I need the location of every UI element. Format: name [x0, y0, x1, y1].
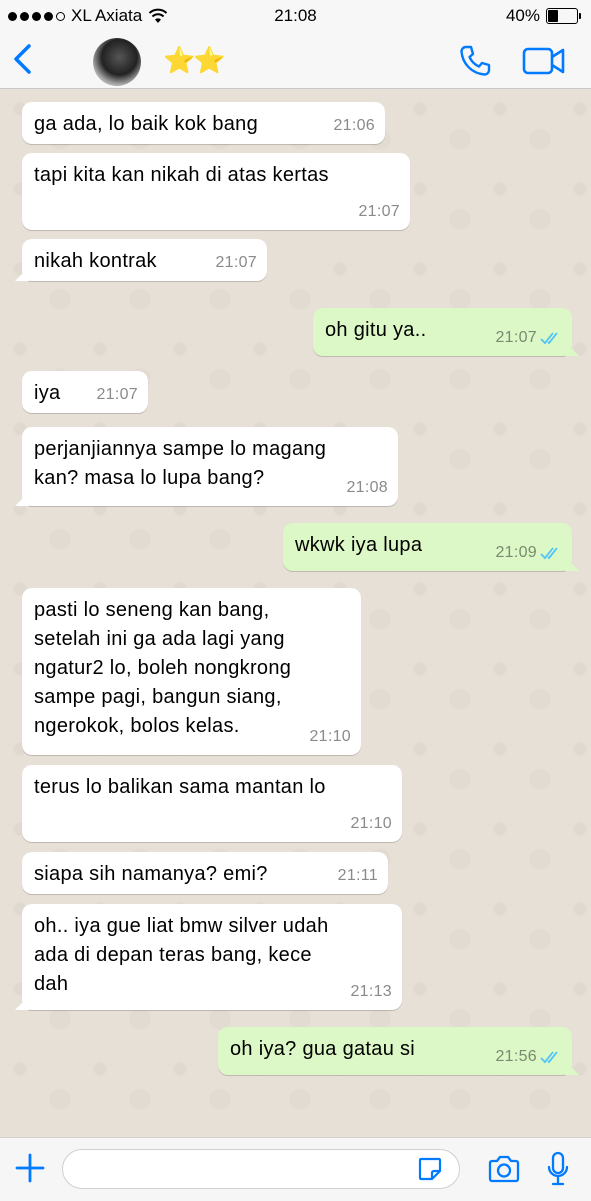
- message-meta: 21:10: [350, 809, 392, 838]
- message-text: pasti lo seneng kan bang, setelah ini ga…: [34, 599, 292, 737]
- message-timestamp: 21:08: [346, 479, 388, 496]
- back-chevron-icon[interactable]: [10, 42, 36, 76]
- message-meta: 21:07: [495, 323, 562, 352]
- phone-icon[interactable]: [458, 44, 492, 78]
- contact-name[interactable]: ⭐️⭐️: [163, 45, 226, 76]
- chat-messages[interactable]: ga ada, lo baik kok bang 21:06 tapi kita k…: [0, 89, 591, 1137]
- message-meta: 21:10: [309, 722, 351, 751]
- camera-icon[interactable]: [487, 1154, 521, 1184]
- message-text: terus lo balikan sama mantan lo: [34, 776, 326, 798]
- message-composer: [0, 1137, 591, 1201]
- incoming-message[interactable]: terus lo balikan sama mantan lo 21:10: [22, 765, 402, 842]
- incoming-message[interactable]: ga ada, lo baik kok bang 21:06: [22, 102, 385, 144]
- message-input[interactable]: [62, 1149, 460, 1189]
- message-timestamp: 21:07: [358, 203, 400, 220]
- incoming-message[interactable]: nikah kontrak 21:07: [22, 239, 267, 281]
- message-meta: 21:07: [215, 248, 257, 277]
- outgoing-message[interactable]: oh iya? gua gatau si 21:56: [218, 1027, 572, 1075]
- read-receipt-icon: [540, 331, 558, 344]
- message-meta: 21:07: [358, 197, 400, 226]
- message-text: tapi kita kan nikah di atas kertas: [34, 164, 329, 186]
- incoming-message[interactable]: iya 21:07: [22, 371, 148, 413]
- outgoing-message[interactable]: oh gitu ya.. 21:07: [313, 308, 572, 356]
- message-meta: 21:09: [495, 538, 562, 567]
- read-receipt-icon: [540, 546, 558, 559]
- message-text: siapa sih namanya? emi?: [34, 863, 268, 885]
- clock: 21:08: [274, 6, 317, 25]
- incoming-message[interactable]: perjanjiannya sampe lo magang kan? masa …: [22, 427, 398, 506]
- battery-indicator: 40%: [506, 6, 581, 26]
- message-timestamp: 21:07: [96, 386, 138, 403]
- avatar[interactable]: [93, 38, 141, 86]
- message-meta: 21:07: [96, 380, 138, 409]
- message-timestamp: 21:13: [350, 983, 392, 1000]
- message-timestamp: 21:56: [495, 1048, 537, 1065]
- incoming-message[interactable]: siapa sih namanya? emi? 21:11: [22, 852, 388, 894]
- message-meta: 21:56: [495, 1042, 562, 1071]
- status-bar: XL Axiata 21:08 40%: [0, 0, 591, 32]
- message-timestamp: 21:06: [333, 117, 375, 134]
- video-camera-icon[interactable]: [522, 46, 566, 76]
- battery-icon: [546, 8, 578, 24]
- read-receipt-icon: [540, 1050, 558, 1063]
- message-text: perjanjiannya sampe lo magang kan? masa …: [34, 438, 327, 489]
- message-timestamp: 21:11: [337, 867, 378, 884]
- message-meta: 21:13: [350, 977, 392, 1006]
- plus-icon[interactable]: [14, 1152, 46, 1184]
- message-meta: 21:11: [338, 861, 378, 890]
- message-text: oh.. iya gue liat bmw silver udah ada di…: [34, 915, 329, 995]
- battery-percent: 40%: [505, 6, 540, 25]
- message-timestamp: 21:10: [350, 815, 392, 832]
- message-meta: 21:08: [346, 473, 388, 502]
- chat-header: ⭐️⭐️: [0, 32, 591, 89]
- incoming-message[interactable]: oh.. iya gue liat bmw silver udah ada di…: [22, 904, 402, 1010]
- message-meta: 21:06: [333, 111, 375, 140]
- outgoing-message[interactable]: wkwk iya lupa 21:09: [283, 523, 572, 571]
- message-timestamp: 21:09: [495, 544, 537, 561]
- microphone-icon[interactable]: [546, 1151, 570, 1187]
- sticker-icon[interactable]: [417, 1156, 443, 1182]
- incoming-message[interactable]: pasti lo seneng kan bang, setelah ini ga…: [22, 588, 361, 755]
- message-timestamp: 21:07: [495, 329, 537, 346]
- message-timestamp: 21:07: [215, 254, 257, 271]
- incoming-message[interactable]: tapi kita kan nikah di atas kertas 21:07: [22, 153, 410, 230]
- message-timestamp: 21:10: [309, 728, 351, 745]
- message-text: ga ada, lo baik kok bang: [34, 113, 259, 135]
